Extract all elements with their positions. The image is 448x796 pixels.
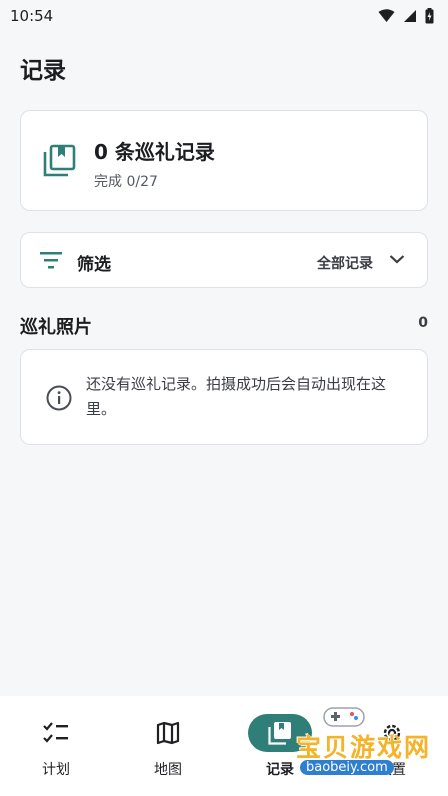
- nav-pill-active: [248, 714, 312, 752]
- status-icons: [378, 8, 434, 24]
- status-time: 10:54: [10, 7, 54, 25]
- summary-progress: 完成 0/27: [94, 174, 158, 190]
- nav-item-records[interactable]: 记录: [224, 696, 336, 796]
- nav-pill: [24, 714, 88, 752]
- photos-section-title: 巡礼照片: [20, 317, 92, 338]
- nav-item-settings[interactable]: 设置: [336, 696, 448, 796]
- nav-pill: [360, 714, 424, 752]
- chevron-down-icon[interactable]: [389, 253, 405, 265]
- info-icon: [46, 385, 72, 411]
- nav-item-plan[interactable]: 计划: [0, 696, 112, 796]
- filter-selected-value[interactable]: 全部记录: [317, 253, 373, 273]
- wifi-icon: [378, 9, 395, 22]
- filter-bar[interactable]: 筛选 全部记录: [20, 232, 428, 288]
- filter-icon: [40, 252, 62, 269]
- nav-label: 记录: [266, 762, 294, 778]
- checklist-icon: [43, 722, 68, 743]
- page-title: 记录: [20, 58, 66, 84]
- gear-icon: [383, 724, 401, 742]
- status-bar: 10:54: [0, 0, 448, 32]
- photo-library-icon: [43, 144, 76, 177]
- summary-title: 0 条巡礼记录: [94, 140, 215, 164]
- summary-card: 0 条巡礼记录 完成 0/27: [20, 110, 428, 211]
- nav-label: 计划: [42, 762, 70, 778]
- bottom-navigation: 计划 地图 记录 设置: [0, 696, 448, 796]
- nav-label: 地图: [154, 762, 182, 778]
- cell-signal-icon: [404, 10, 416, 22]
- filter-label: 筛选: [77, 255, 111, 275]
- photos-count: 0: [418, 315, 428, 331]
- nav-item-map[interactable]: 地图: [112, 696, 224, 796]
- battery-icon: [425, 8, 434, 24]
- empty-state-card: 还没有巡礼记录。拍摄成功后会自动出现在这里。: [20, 349, 428, 445]
- empty-state-message: 还没有巡礼记录。拍摄成功后会自动出现在这里。: [86, 375, 387, 418]
- library-icon: [268, 722, 291, 745]
- map-icon: [156, 721, 180, 745]
- nav-label: 设置: [378, 762, 406, 778]
- nav-pill: [136, 714, 200, 752]
